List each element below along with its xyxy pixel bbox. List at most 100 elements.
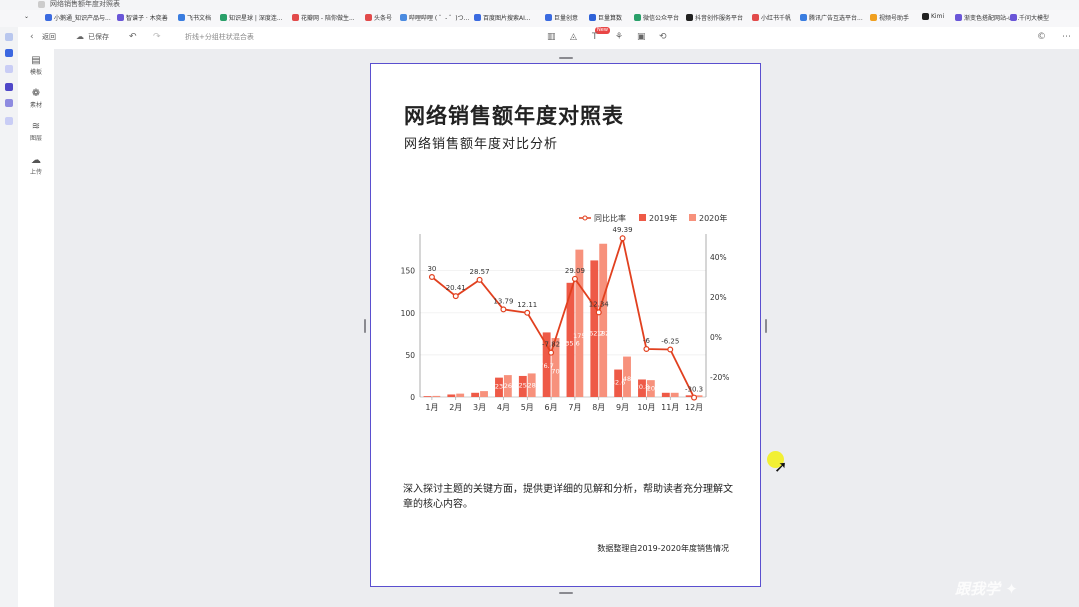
text-icon[interactable]: T (592, 32, 598, 42)
bookmark-item[interactable]: 知识星球 | 深度连... (220, 13, 283, 22)
image-icon[interactable]: ▣ (637, 32, 646, 42)
line-point (452, 293, 459, 300)
bookmark-favicon-icon (292, 14, 299, 21)
x-tick-label: 6月 (545, 403, 558, 412)
more-icon[interactable]: ⋯ (1062, 32, 1071, 42)
undo-icon[interactable]: ↶ (129, 32, 137, 42)
app-icon[interactable] (5, 99, 13, 107)
page-footer-text[interactable]: 数据整理自2019-2020年度销售情况 (597, 543, 729, 554)
tool-material[interactable]: ❁ 素材 (18, 88, 54, 109)
bar-label-2020: 20 (647, 384, 655, 392)
redo-icon[interactable]: ↷ (153, 32, 161, 42)
app-icon[interactable] (5, 83, 13, 91)
bookmark-favicon-icon (686, 14, 693, 21)
bookmark-item[interactable]: 智谱子 · 木奕善 (117, 13, 168, 22)
bookmark-item[interactable]: 抖音创作服务平台 (686, 13, 743, 22)
bookmark-label: 视频号助手 (879, 15, 910, 22)
tool-upload[interactable]: ☁ 上传 (18, 155, 54, 176)
bar-label-2020: 70 (551, 367, 559, 375)
line-point (691, 394, 698, 401)
bookmark-item[interactable]: 小红书千帆 (752, 13, 791, 22)
line-data-label: -6 (643, 337, 651, 345)
back-button[interactable]: 返回 (42, 32, 56, 42)
x-tick-label: 2月 (449, 403, 462, 412)
bookmark-item[interactable]: 飞书文档 (178, 13, 211, 22)
bookmark-item[interactable]: 千问大模型 (1010, 13, 1049, 22)
bookmark-item[interactable]: 花瓣网 - 陪你做生... (292, 13, 355, 22)
line-data-label: 13.79 (493, 297, 513, 305)
tool-template-label: 模板 (29, 69, 42, 76)
tool-layers[interactable]: ≋ 图层 (18, 121, 54, 142)
bar-2020 (670, 392, 679, 397)
bookmark-favicon-icon (752, 14, 759, 21)
page-resize-handle-right[interactable] (765, 319, 767, 333)
page-resize-handle-bottom[interactable] (559, 592, 573, 594)
legend-label: 2019年 (649, 213, 677, 223)
line-point (548, 349, 555, 356)
line-yoy-ratio (431, 234, 695, 398)
page-title[interactable]: 网络销售额年度对照表 (404, 100, 624, 130)
bookmark-item[interactable]: 视频号助手 (870, 13, 909, 22)
copyright-icon[interactable]: © (1037, 32, 1046, 42)
chart-type-label: 折线+分组柱状混合表 (185, 33, 254, 41)
page-resize-handle-left[interactable] (364, 319, 366, 333)
bookmark-item[interactable]: 巨量创意 (545, 13, 578, 22)
chart-icon[interactable]: ▥ (547, 32, 556, 42)
bookmark-label: 微信公众平台 (643, 15, 680, 22)
combo-chart[interactable]: 0 50 100 150 -20% 0% 20% 40% 1月 2月 3月 23 26 4月 25 28 5月 7… (391, 204, 741, 419)
link-icon[interactable]: ⟲ (659, 32, 667, 42)
page-resize-handle-top[interactable] (559, 57, 573, 59)
app-icon[interactable] (5, 33, 13, 41)
bar-2019 (661, 392, 670, 397)
bookmark-label: 哔哩哔哩 ( ゜- ゜)つ... (409, 15, 470, 22)
bookmark-favicon-icon (400, 14, 407, 21)
bookmark-favicon-icon (955, 14, 962, 21)
bookmark-label: 小鹅通_知识产品与... (54, 15, 111, 22)
bookmark-favicon-icon (474, 14, 481, 21)
app-icon[interactable] (5, 65, 13, 73)
app-icon[interactable] (5, 49, 13, 57)
line-point (667, 346, 674, 353)
design-page[interactable]: 网络销售额年度对照表 网络销售额年度对比分析 0 50 100 150 -20% 0% 20… (370, 63, 761, 587)
bookmark-item[interactable]: 头条号 (365, 13, 392, 22)
bookmark-label: 千问大模型 (1019, 15, 1050, 22)
bar-2020 (480, 391, 488, 397)
page-body-text[interactable]: 深入探讨主题的关键方面，提供更详细的见解和分析，帮助读者充分理解文章的核心内容。 (403, 482, 733, 512)
bookmark-item[interactable]: 哔哩哔哩 ( ゜- ゜)つ... (400, 13, 469, 22)
back-arrow-icon[interactable]: ‹ (30, 32, 34, 42)
bookmark-item[interactable]: 微信公众平台 (634, 13, 679, 22)
bar-2020 (432, 395, 441, 397)
x-tick-label: 12月 (685, 403, 703, 412)
element-icon[interactable]: ⚘ (615, 32, 623, 42)
line-data-label: 49.39 (613, 226, 633, 234)
bar-2019 (471, 392, 480, 397)
bar-label-2020: 175 (573, 332, 585, 340)
page-url[interactable]: 网络销售额年度对照表 (50, 0, 120, 9)
bookmark-item[interactable]: Kimi (922, 13, 944, 20)
line-data-label: 20.41 (446, 284, 466, 292)
browser-address-bar[interactable]: 网络销售额年度对照表 (0, 0, 1079, 10)
bookmark-item[interactable]: 腾讯广告互选平台... (800, 13, 863, 22)
bookmark-favicon-icon (178, 14, 185, 21)
x-tick-label: 10月 (637, 403, 655, 412)
legend-line-marker (582, 215, 588, 221)
layers-icon: ≋ (31, 121, 41, 132)
y-right-tick-label: 40% (710, 253, 727, 262)
bar-2019 (447, 394, 456, 397)
line-point (619, 235, 626, 242)
bookmark-item[interactable]: 巨量算数 (589, 13, 622, 22)
browser-side-strip (0, 27, 19, 607)
bookmark-item[interactable]: 小鹅通_知识产品与... (45, 13, 111, 22)
y-right-tick-label: 0% (710, 333, 722, 342)
page-subtitle[interactable]: 网络销售额年度对比分析 (404, 133, 558, 152)
editor-toolbar: ‹ 返回 ☁ 已保存 ↶ ↷ 折线+分组柱状混合表 ▥ ◬ New T ⚘ ▣ … (18, 27, 1079, 50)
bar-label-2020: 48 (623, 375, 631, 383)
legend-label: 同比比率 (594, 213, 626, 223)
tool-template[interactable]: ▤ 模板 (18, 55, 54, 76)
shape-icon[interactable]: ◬ (570, 32, 577, 42)
bookmark-item[interactable]: 百度图片搜索AI... (474, 13, 531, 22)
bookmark-label: 小红书千帆 (761, 15, 792, 22)
app-icon[interactable] (5, 117, 13, 125)
chevron-down-icon[interactable]: ⌄ (24, 13, 29, 20)
bar-2020 (456, 393, 465, 397)
